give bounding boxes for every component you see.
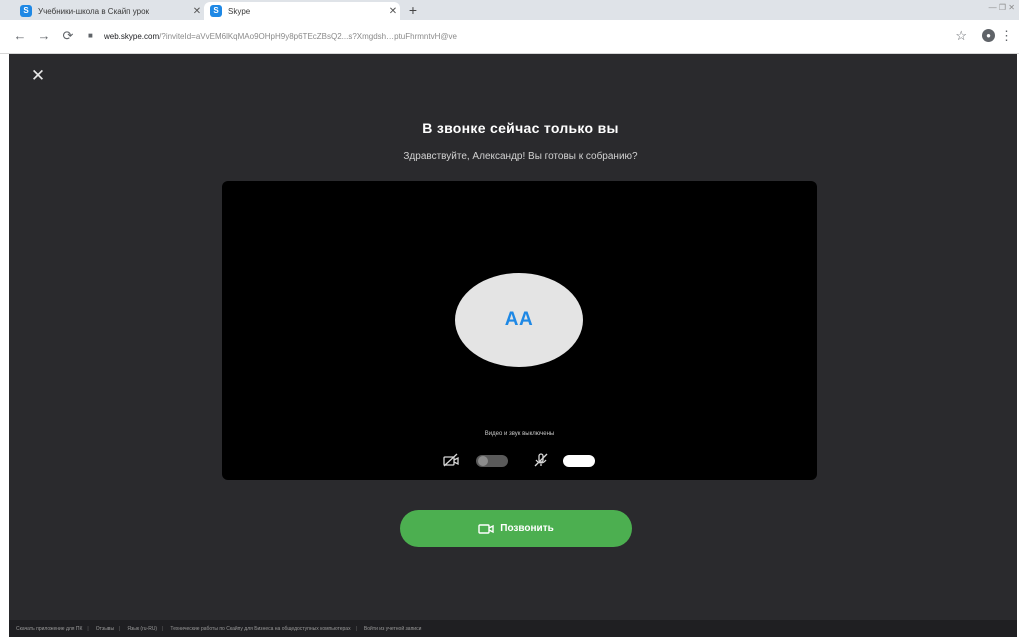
lock-icon: ■	[88, 31, 93, 40]
call-button[interactable]: Позвонить	[400, 510, 632, 547]
url-field[interactable]: ■ web.skype.com /?inviteId=aVvEM6lKqMAo9…	[88, 26, 918, 46]
footer-link-signout[interactable]: Войти из учетной записи	[364, 626, 421, 632]
reload-icon[interactable]: ⟳	[60, 28, 76, 44]
close-icon[interactable]: ✕	[28, 66, 48, 86]
bookmark-star-icon[interactable]: ☆	[955, 28, 967, 44]
browser-tab-skype[interactable]: S Skype ✕	[204, 2, 400, 20]
tab-title: Skype	[228, 6, 251, 16]
video-preview: AA Видео и звук выключены	[222, 181, 817, 480]
skype-favicon-icon: S	[210, 5, 222, 17]
call-button-label: Позвонить	[500, 523, 554, 534]
footer-link-maintenance[interactable]: Технические работы по Скайпу для Бизнеса…	[170, 626, 350, 632]
account-icon[interactable]: ●	[982, 29, 995, 42]
mic-toggle-knob	[583, 456, 593, 466]
browser-address-bar: ← → ⟳ ■ web.skype.com /?inviteId=aVvEM6l…	[0, 20, 1019, 54]
video-toggle-knob	[478, 456, 488, 466]
url-host: web.skype.com	[104, 31, 160, 41]
browser-tab-school[interactable]: S Учебники-школа в Скайп урок ✕	[14, 2, 204, 20]
video-off-icon[interactable]	[443, 453, 459, 467]
mic-toggle[interactable]	[563, 455, 595, 467]
footer-separator: |	[355, 625, 357, 632]
footer-link-download[interactable]: Скачать приложение для ПК	[16, 626, 82, 632]
avatar: AA	[455, 273, 583, 367]
browser-tab-strip: S Учебники-школа в Скайп урок ✕ S Skype …	[0, 0, 1019, 20]
footer-link-language[interactable]: Язык (ru-RU)	[127, 626, 157, 632]
call-title: В звонке сейчас только вы	[422, 120, 619, 136]
back-arrow-icon[interactable]: ←	[12, 28, 28, 44]
footer-separator: |	[162, 625, 164, 632]
new-tab-button[interactable]: +	[404, 2, 422, 18]
mic-off-icon[interactable]	[533, 453, 549, 467]
url-path: /?inviteId=aVvEM6lKqMAo9OHpH9y8p6TEcZBsQ…	[159, 31, 457, 41]
forward-arrow-icon[interactable]: →	[36, 28, 52, 44]
footer-separator: |	[119, 625, 121, 632]
call-subtitle: Здравствуйте, Александр! Вы готовы к соб…	[403, 151, 638, 162]
close-tab-icon[interactable]: ✕	[190, 6, 204, 17]
video-call-icon	[478, 523, 494, 534]
skype-call-screen: ✕ В звонке сейчас только вы Здравствуйте…	[9, 54, 1017, 620]
footer-links: Скачать приложение для ПК | Отзывы | Язы…	[9, 620, 1017, 637]
footer-separator: |	[87, 625, 89, 632]
browser-menu-icon[interactable]: ⋮	[1000, 28, 1013, 44]
tab-title: Учебники-школа в Скайп урок	[38, 6, 150, 16]
avatar-initials: AA	[504, 309, 534, 330]
video-toggle[interactable]	[476, 455, 508, 467]
av-status-text: Видео и звук выключены	[484, 431, 555, 437]
skype-favicon-icon: S	[20, 5, 32, 17]
window-controls[interactable]: — ❐ ✕	[989, 3, 1015, 12]
footer-link-feedback[interactable]: Отзывы	[96, 626, 114, 632]
close-tab-icon[interactable]: ✕	[386, 6, 400, 17]
